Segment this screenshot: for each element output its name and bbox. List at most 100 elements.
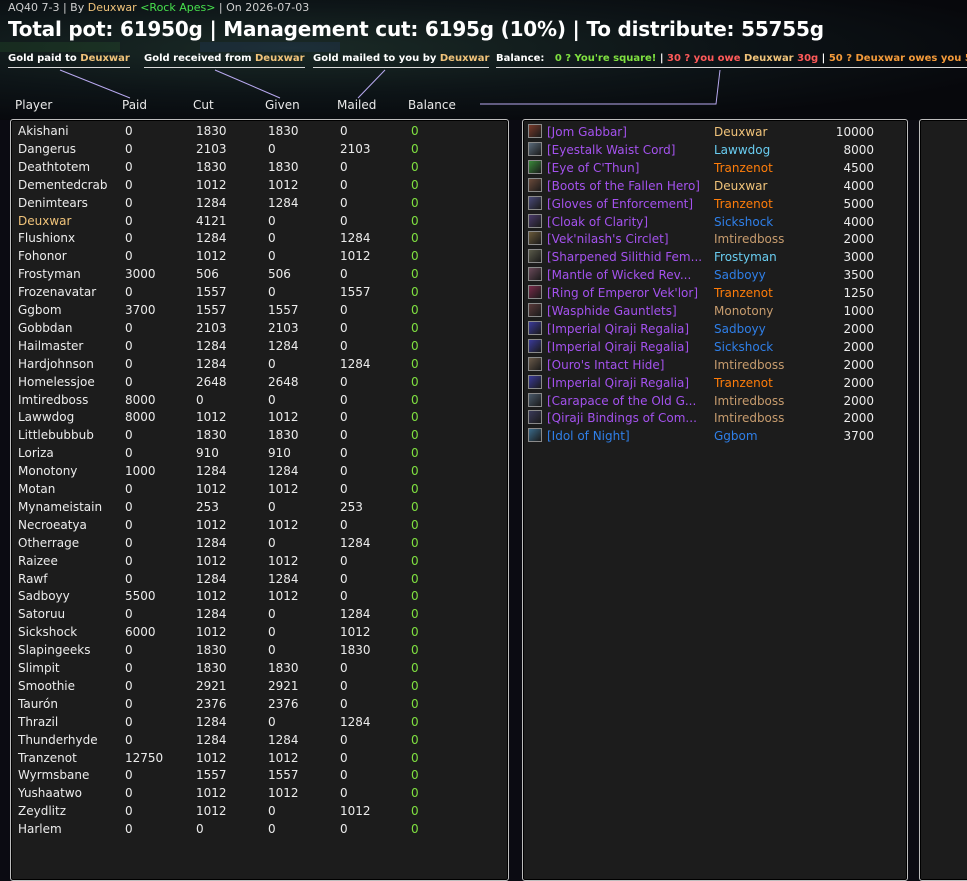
player-row[interactable]: Deathtotem 0 1830 1830 0 0 bbox=[11, 159, 506, 177]
player-row[interactable]: Frozenavatar 0 1557 0 1557 0 bbox=[11, 284, 506, 302]
player-row[interactable]: Wyrmsbane 0 1557 1557 0 0 bbox=[11, 767, 506, 785]
item-link[interactable]: [Imperial Qiraji Regalia] bbox=[547, 322, 707, 336]
player-row[interactable]: Rawf 0 1284 1284 0 0 bbox=[11, 571, 506, 589]
item-link[interactable]: [Ouro's Intact Hide] bbox=[547, 358, 707, 372]
player-row[interactable]: Raizee 0 1012 1012 0 0 bbox=[11, 553, 506, 571]
loot-row[interactable]: [Cloak of Clarity] Sickshock 4000 bbox=[523, 213, 907, 231]
item-link[interactable]: [Idol of Night] bbox=[547, 429, 707, 443]
given-value: 0 bbox=[268, 285, 276, 300]
item-link[interactable]: [Sharpened Silithid Fem... bbox=[547, 250, 707, 264]
loot-row[interactable]: [Eye of C'Thun] Tranzenot 4500 bbox=[523, 159, 907, 177]
player-row[interactable]: Lawwdog 8000 1012 1012 0 0 bbox=[11, 409, 506, 427]
player-name: Tranzenot bbox=[18, 750, 77, 765]
loot-row[interactable]: [Qiraji Bindings of Com... Imtiredboss 200… bbox=[523, 409, 907, 427]
player-row[interactable]: Ggbom 3700 1557 1557 0 0 bbox=[11, 302, 506, 320]
player-row[interactable]: Thunderhyde 0 1284 1284 0 0 bbox=[11, 732, 506, 750]
item-link[interactable]: [Boots of the Fallen Hero] bbox=[547, 179, 707, 193]
player-row[interactable]: Zeydlitz 0 1012 0 1012 0 bbox=[11, 803, 506, 821]
player-row[interactable]: Sadboyy 5500 1012 1012 0 0 bbox=[11, 588, 506, 606]
player-row[interactable]: Monotony 1000 1284 1284 0 0 bbox=[11, 463, 506, 481]
loot-row[interactable]: [Wasphide Gauntlets] Monotony 1000 bbox=[523, 302, 907, 320]
player-row[interactable]: Thrazil 0 1284 0 1284 0 bbox=[11, 714, 506, 732]
loot-row[interactable]: [Carapace of the Old G... Imtiredboss 2000 bbox=[523, 392, 907, 410]
player-row[interactable]: Sickshock 6000 1012 0 1012 0 bbox=[11, 624, 506, 642]
item-link[interactable]: [Eyestalk Waist Cord] bbox=[547, 143, 707, 157]
item-link[interactable]: [Vek'nilash's Circlet] bbox=[547, 232, 707, 246]
loot-row[interactable]: [Imperial Qiraji Regalia] Sickshock 2000 bbox=[523, 338, 907, 356]
col-mailed[interactable]: Mailed bbox=[337, 98, 376, 112]
item-link[interactable]: [Gloves of Enforcement] bbox=[547, 197, 707, 211]
col-player[interactable]: Player bbox=[15, 98, 52, 112]
item-link[interactable]: [Imperial Qiraji Regalia] bbox=[547, 376, 707, 390]
col-balance[interactable]: Balance bbox=[408, 98, 456, 112]
item-link[interactable]: [Eye of C'Thun] bbox=[547, 161, 707, 175]
player-row[interactable]: Otherrage 0 1284 0 1284 0 bbox=[11, 535, 506, 553]
player-row[interactable]: Tranzenot 12750 1012 1012 0 0 bbox=[11, 750, 506, 768]
winner-name: Tranzenot bbox=[714, 286, 773, 301]
loot-row[interactable]: [Sharpened Silithid Fem... Frostyman 3000 bbox=[523, 248, 907, 266]
item-link[interactable]: [Imperial Qiraji Regalia] bbox=[547, 340, 707, 354]
player-name: Slapingeeks bbox=[18, 643, 91, 658]
balance-value: 0 bbox=[411, 177, 419, 192]
player-row[interactable]: Homelessjoe 0 2648 2648 0 0 bbox=[11, 374, 506, 392]
item-link[interactable]: [Wasphide Gauntlets] bbox=[547, 304, 707, 318]
player-row[interactable]: Fohonor 0 1012 0 1012 0 bbox=[11, 248, 506, 266]
player-row[interactable]: Slapingeeks 0 1830 0 1830 0 bbox=[11, 642, 506, 660]
loot-row[interactable]: [Imperial Qiraji Regalia] Sadboyy 2000 bbox=[523, 320, 907, 338]
winner-name: Sickshock bbox=[714, 339, 774, 354]
player-name: Sadboyy bbox=[18, 589, 70, 604]
col-paid[interactable]: Paid bbox=[122, 98, 147, 112]
item-link[interactable]: [Jom Gabbar] bbox=[547, 125, 707, 139]
player-row[interactable]: Necroeatya 0 1012 1012 0 0 bbox=[11, 517, 506, 535]
player-row[interactable]: Akishani 0 1830 1830 0 0 bbox=[11, 123, 506, 141]
loot-row[interactable]: [Jom Gabbar] Deuxwar 10000 bbox=[523, 123, 907, 141]
player-row[interactable]: Gobbdan 0 2103 2103 0 0 bbox=[11, 320, 506, 338]
player-name: Akishani bbox=[18, 124, 69, 138]
player-row[interactable]: Mynameistain 0 253 0 253 0 bbox=[11, 499, 506, 517]
loot-row[interactable]: [Gloves of Enforcement] Tranzenot 5000 bbox=[523, 195, 907, 213]
loot-row[interactable]: [Imperial Qiraji Regalia] Tranzenot 2000 bbox=[523, 374, 907, 392]
player-row[interactable]: Taurón 0 2376 2376 0 0 bbox=[11, 696, 506, 714]
player-row[interactable]: Smoothie 0 2921 2921 0 0 bbox=[11, 678, 506, 696]
item-link[interactable]: [Cloak of Clarity] bbox=[547, 215, 707, 229]
player-row[interactable]: Motan 0 1012 1012 0 0 bbox=[11, 481, 506, 499]
player-row[interactable]: Harlem 0 0 0 0 0 bbox=[11, 821, 506, 839]
player-row[interactable]: Loriza 0 910 910 0 0 bbox=[11, 445, 506, 463]
winner-name: Imtiredboss bbox=[714, 232, 785, 247]
loot-row[interactable]: [Ouro's Intact Hide] Imtiredboss 2000 bbox=[523, 356, 907, 374]
player-row[interactable]: Flushionx 0 1284 0 1284 0 bbox=[11, 230, 506, 248]
mailed-value: 0 bbox=[340, 446, 348, 461]
col-cut[interactable]: Cut bbox=[193, 98, 214, 112]
item-link[interactable]: [Ring of Emperor Vek'lor] bbox=[547, 286, 707, 300]
loot-row[interactable]: [Eyestalk Waist Cord] Lawwdog 8000 bbox=[523, 141, 907, 159]
player-row[interactable]: Littlebubbub 0 1830 1830 0 0 bbox=[11, 427, 506, 445]
loot-panel[interactable]: [Jom Gabbar] Deuxwar 10000 [Eyestalk Waist … bbox=[522, 119, 908, 881]
item-link[interactable]: [Qiraji Bindings of Com... bbox=[547, 411, 707, 425]
loot-row[interactable]: [Mantle of Wicked Rev... Sadboyy 3500 bbox=[523, 266, 907, 284]
player-row[interactable]: Dangerus 0 2103 0 2103 0 bbox=[11, 141, 506, 159]
player-row[interactable]: Deuxwar 0 4121 0 0 0 bbox=[11, 213, 506, 231]
loot-row[interactable]: [Ring of Emperor Vek'lor] Tranzenot 1250 bbox=[523, 284, 907, 302]
balance-value: 0 bbox=[411, 285, 419, 300]
player-row[interactable]: Hardjohnson 0 1284 0 1284 0 bbox=[11, 356, 506, 374]
helm-icon bbox=[528, 231, 542, 246]
player-row[interactable]: Slimpit 0 1830 1830 0 0 bbox=[11, 660, 506, 678]
item-link[interactable]: [Carapace of the Old G... bbox=[547, 394, 707, 408]
player-row[interactable]: Denimtears 0 1284 1284 0 0 bbox=[11, 195, 506, 213]
col-given[interactable]: Given bbox=[265, 98, 300, 112]
players-panel[interactable]: Akishani 0 1830 1830 0 0 Dangerus 0 2103 0 2103 0 De… bbox=[10, 119, 509, 881]
loot-row[interactable]: [Idol of Night] Ggbom 3700 bbox=[523, 427, 907, 445]
mailed-value: 2103 bbox=[340, 141, 371, 156]
player-row[interactable]: Satoruu 0 1284 0 1284 0 bbox=[11, 606, 506, 624]
loot-row[interactable]: [Vek'nilash's Circlet] Imtiredboss 2000 bbox=[523, 230, 907, 248]
player-row[interactable]: Yushaatwo 0 1012 1012 0 0 bbox=[11, 785, 506, 803]
balance-value: 0 bbox=[411, 410, 419, 425]
loot-row[interactable]: [Boots of the Fallen Hero] Deuxwar 4000 bbox=[523, 177, 907, 195]
player-row[interactable]: Frostyman 3000 506 506 0 0 bbox=[11, 266, 506, 284]
balance-value: 0 bbox=[411, 768, 419, 783]
winner-name: Tranzenot bbox=[714, 160, 773, 175]
player-row[interactable]: Dementedcrab 0 1012 1012 0 0 bbox=[11, 177, 506, 195]
player-row[interactable]: Imtiredboss 8000 0 0 0 0 bbox=[11, 392, 506, 410]
player-row[interactable]: Hailmaster 0 1284 1284 0 0 bbox=[11, 338, 506, 356]
item-link[interactable]: [Mantle of Wicked Rev... bbox=[547, 268, 707, 282]
